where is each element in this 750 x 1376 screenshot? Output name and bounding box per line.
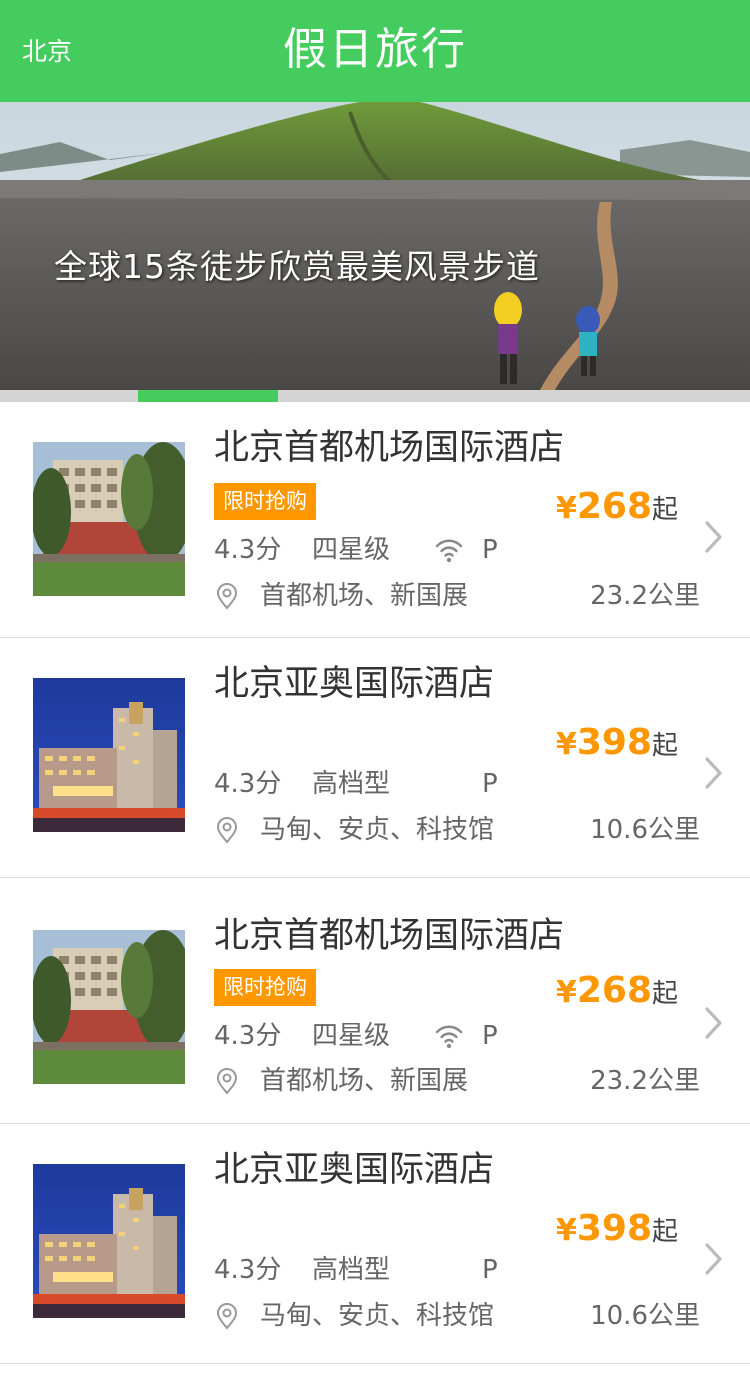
- hotel-score: 4.3分: [214, 535, 282, 565]
- hotel-photo-night: [33, 1164, 185, 1318]
- hotel-grade: 四星级: [312, 1021, 391, 1051]
- hotel-price: ¥268起: [556, 486, 678, 534]
- hotel-photo-airport: [33, 930, 185, 1084]
- hotel-area: 马甸、安贞、科技馆: [260, 815, 495, 845]
- wifi-icon: [435, 539, 463, 563]
- hotel-row[interactable]: 北京首都机场国际酒店 限时抢购 4.3分 四星级 P 首都机场、新国展 23.2…: [0, 878, 750, 1124]
- hotel-area: 首都机场、新国展: [260, 581, 469, 611]
- flash-sale-badge: 限时抢购: [214, 483, 316, 520]
- promo-banner[interactable]: 全球15条徒步欣赏最美风景步道: [0, 102, 750, 390]
- currency-symbol: ¥: [556, 727, 577, 762]
- price-suffix: 起: [652, 495, 679, 525]
- chevron-right-icon[interactable]: [704, 1242, 724, 1276]
- price-amount: 268: [576, 486, 653, 527]
- price-amount: 398: [576, 1208, 653, 1249]
- banner-indicator-active: [138, 390, 278, 402]
- parking-icon: P: [482, 1021, 498, 1051]
- banner-caption: 全球15条徒步欣赏最美风景步道: [54, 247, 540, 286]
- flash-sale-badge: 限时抢购: [214, 969, 316, 1006]
- hotel-area: 首都机场、新国展: [260, 1066, 469, 1096]
- banner-page-indicator: [0, 390, 750, 402]
- hotel-list: 北京首都机场国际酒店 限时抢购 4.3分 四星级 P 首都机场、新国展 23.2…: [0, 402, 750, 1364]
- parking-icon: P: [482, 769, 498, 799]
- hotel-name: 北京亚奥国际酒店: [214, 1150, 495, 1190]
- currency-symbol: ¥: [556, 491, 577, 526]
- hotel-area: 马甸、安贞、科技馆: [260, 1301, 495, 1331]
- hotel-price: ¥398起: [556, 1208, 678, 1256]
- page-title: 假日旅行: [283, 24, 467, 75]
- app-bar: 北京 假日旅行: [0, 0, 750, 102]
- hotel-price: ¥268起: [556, 970, 678, 1018]
- hotel-row[interactable]: 北京亚奥国际酒店 4.3分 高档型 P 马甸、安贞、科技馆 10.6公里 ¥39…: [0, 1124, 750, 1364]
- currency-symbol: ¥: [556, 1213, 577, 1248]
- hotel-score: 4.3分: [214, 1021, 282, 1051]
- currency-symbol: ¥: [556, 975, 577, 1010]
- location-pin-icon: [216, 816, 238, 844]
- location-pin-icon: [216, 582, 238, 610]
- location-pin-icon: [216, 1302, 238, 1330]
- parking-icon: P: [482, 535, 498, 565]
- hotel-distance: 23.2公里: [590, 1066, 700, 1096]
- parking-icon: P: [482, 1255, 498, 1285]
- price-suffix: 起: [652, 979, 679, 1009]
- hotel-row[interactable]: 北京首都机场国际酒店 限时抢购 4.3分 四星级 P 首都机场、新国展 23.2…: [0, 402, 750, 638]
- wifi-icon: [435, 1025, 463, 1049]
- hotel-score: 4.3分: [214, 1255, 282, 1285]
- hotel-distance: 10.6公里: [590, 815, 700, 845]
- hotel-price: ¥398起: [556, 722, 678, 770]
- price-suffix: 起: [652, 731, 679, 761]
- chevron-right-icon[interactable]: [704, 756, 724, 790]
- hotel-score: 4.3分: [214, 769, 282, 799]
- chevron-right-icon[interactable]: [704, 520, 724, 554]
- hotel-grade: 高档型: [312, 1255, 391, 1285]
- hotel-distance: 23.2公里: [590, 581, 700, 611]
- hotel-name: 北京首都机场国际酒店: [214, 428, 565, 468]
- hotel-grade: 高档型: [312, 769, 391, 799]
- location-pin-icon: [216, 1067, 238, 1095]
- hotel-distance: 10.6公里: [590, 1301, 700, 1331]
- price-amount: 398: [576, 722, 653, 763]
- chevron-right-icon[interactable]: [704, 1006, 724, 1040]
- hotel-row[interactable]: 北京亚奥国际酒店 4.3分 高档型 P 马甸、安贞、科技馆 10.6公里 ¥39…: [0, 638, 750, 878]
- price-suffix: 起: [652, 1217, 679, 1247]
- hotel-photo-night: [33, 678, 185, 832]
- hotel-photo-airport: [33, 442, 185, 596]
- price-amount: 268: [576, 970, 653, 1011]
- hotel-grade: 四星级: [312, 535, 391, 565]
- hotel-name: 北京亚奥国际酒店: [214, 664, 495, 704]
- hotel-name: 北京首都机场国际酒店: [214, 916, 565, 956]
